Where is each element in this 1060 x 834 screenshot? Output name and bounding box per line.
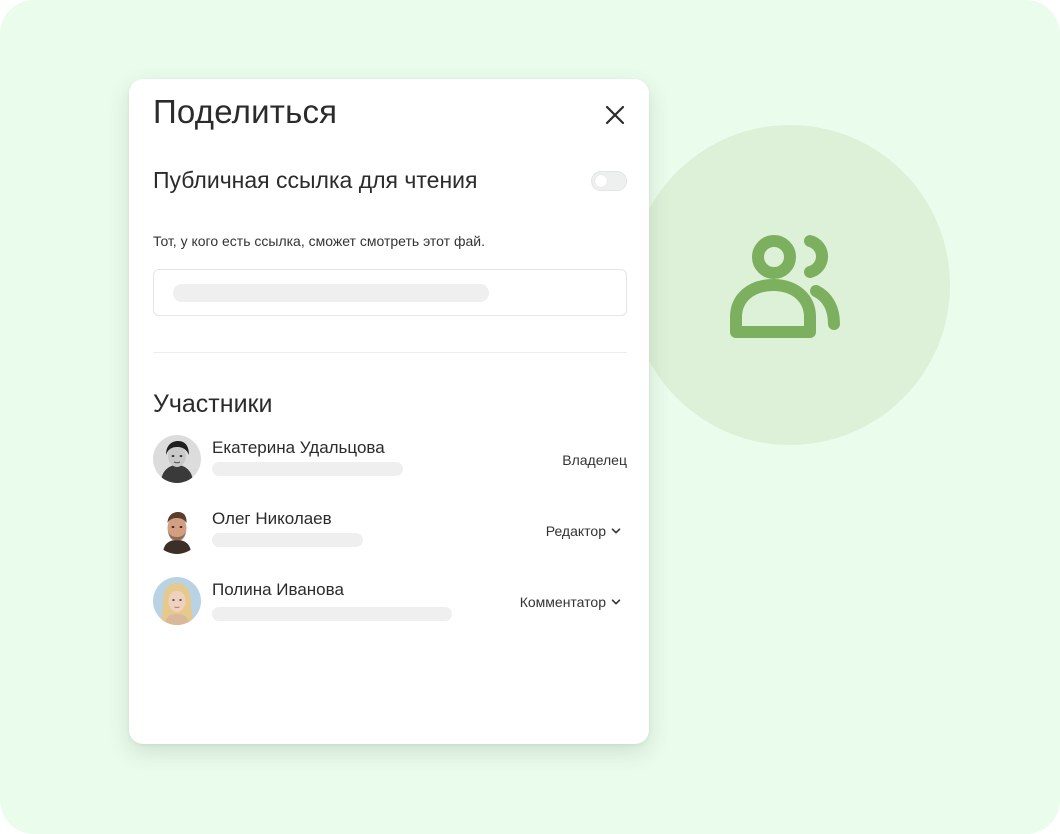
member-name: Полина Иванова [212, 580, 344, 599]
member-row: Екатерина Удальцова Владелец [153, 435, 627, 485]
chevron-down-icon [611, 599, 621, 605]
member-name: Екатерина Удальцова [212, 438, 385, 457]
member-role-label: Редактор [545, 523, 606, 539]
members-title: Участники [153, 390, 273, 418]
close-icon [605, 105, 625, 125]
public-link-toggle[interactable] [591, 171, 627, 191]
member-role: Владелец [562, 452, 627, 468]
avatar [153, 435, 201, 483]
member-name: Олег Николаев [212, 509, 332, 528]
background-canvas: Поделиться Публичная ссылка для чтения Т… [0, 0, 1060, 834]
link-placeholder-skeleton [173, 284, 489, 302]
share-dialog: Поделиться Публичная ссылка для чтения Т… [129, 79, 649, 744]
public-link-label: Публичная ссылка для чтения [153, 167, 478, 193]
avatar [153, 577, 201, 625]
close-button[interactable] [601, 101, 629, 129]
toggle-knob [595, 175, 607, 187]
member-role-label: Комментатор [519, 594, 606, 610]
member-row: Полина Иванова Комментатор [153, 577, 627, 627]
divider [153, 352, 627, 353]
link-field[interactable] [153, 269, 627, 316]
users-icon [730, 225, 850, 345]
member-email-skeleton [212, 607, 452, 621]
role-dropdown[interactable]: Редактор [546, 523, 621, 539]
member-row: Олег Николаев Редактор [153, 506, 627, 556]
role-dropdown[interactable]: Комментатор [520, 594, 621, 610]
dialog-title: Поделиться [153, 93, 338, 130]
public-link-hint: Тот, у кого есть ссылка, сможет смотреть… [153, 233, 485, 249]
member-role-label: Владелец [562, 452, 627, 468]
avatar [153, 506, 201, 554]
member-email-skeleton [212, 462, 403, 476]
member-email-skeleton [212, 533, 363, 547]
chevron-down-icon [611, 528, 621, 534]
